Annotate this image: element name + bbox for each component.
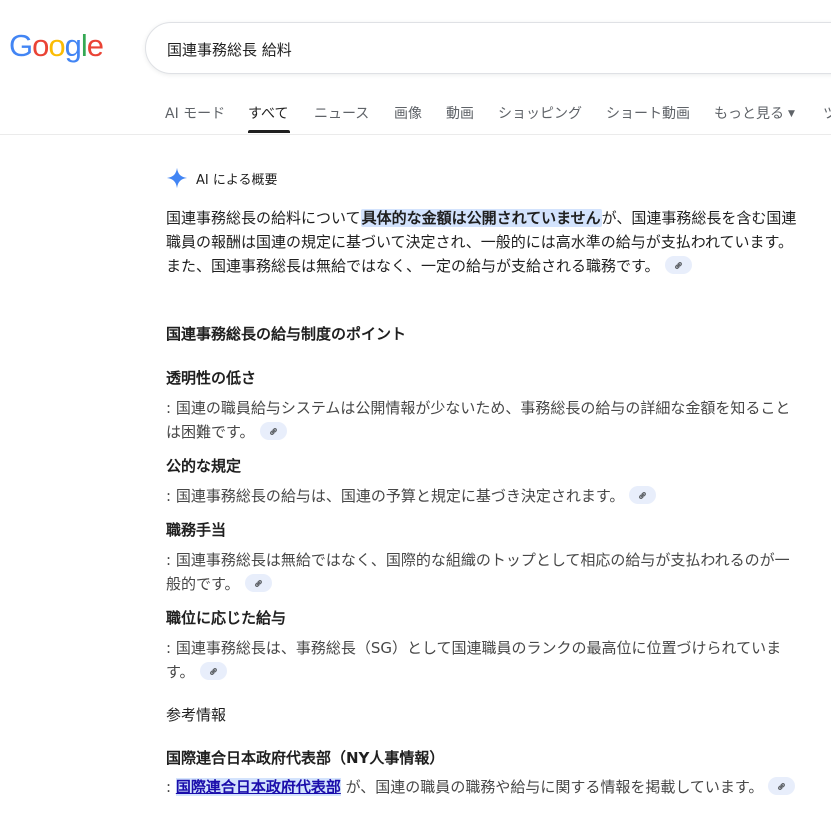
link-icon (269, 427, 277, 436)
search-box[interactable] (145, 22, 831, 74)
chevron-down-icon: ▼ (788, 109, 795, 119)
reference-label: 参考情報 (166, 706, 227, 724)
link-icon (254, 579, 262, 588)
logo-letter: g (64, 28, 82, 63)
point-description: : 国連事務総長は無給ではなく、国際的な組織のトップとして相応の給与が支払われる… (166, 548, 798, 596)
search-input[interactable] (167, 37, 767, 61)
source-link-button[interactable] (768, 777, 796, 795)
points-heading: 国連事務総長の給与制度のポイント (166, 325, 407, 343)
summary-text: 国連事務総長の給料について (166, 209, 361, 227)
source-link-button[interactable] (199, 662, 227, 680)
logo-letter: o (48, 28, 65, 63)
point-title: 職位に応じた給与 (166, 609, 287, 627)
reference-text: が、国連の職員の職務や給与に関する情報を掲載しています。 (340, 778, 764, 796)
active-tab-indicator (248, 130, 290, 133)
point-title: 職務手当 (166, 521, 227, 539)
tab-short-videos[interactable]: ショート動画 (606, 103, 690, 123)
tab-tools[interactable]: ツ (823, 103, 831, 123)
link-icon (778, 782, 786, 791)
point-text: : 国連事務総長の給与は、国連の予算と規定に基づき決定されます。 (166, 487, 625, 505)
reference-link[interactable]: 国際連合日本政府代表部 (175, 778, 341, 796)
tab-more-label: もっと見る (714, 106, 784, 122)
link-icon (209, 667, 217, 676)
link-icon (639, 491, 647, 500)
sparkle-icon (166, 167, 188, 189)
point-text: : 国連の職員給与システムは公開情報が少ないため、事務総長の給与の詳細な金額を知… (166, 399, 791, 441)
tab-images[interactable]: 画像 (394, 103, 422, 123)
link-icon (674, 261, 682, 270)
search-tabs: AI モード すべて ニュース 画像 動画 ショッピング ショート動画 もっと見… (0, 93, 831, 135)
reference-prefix: : (166, 778, 176, 796)
tab-shopping[interactable]: ショッピング (498, 103, 582, 123)
source-link-button[interactable] (664, 256, 692, 274)
tab-news[interactable]: ニュース (314, 103, 369, 123)
reference-title: 国際連合日本政府代表部（NY人事情報） (166, 749, 445, 767)
source-link-button[interactable] (629, 486, 657, 504)
summary-highlight: 具体的な金額は公開されていません (360, 209, 602, 227)
point-description: : 国連事務総長は、事務総長（SG）として国連職員のランクの最高位に位置づけられ… (166, 636, 798, 684)
point-title: 公的な規定 (166, 457, 242, 475)
tab-ai-mode[interactable]: AI モード (165, 103, 225, 123)
logo-letter: G (9, 28, 33, 63)
tab-all[interactable]: すべて (248, 103, 288, 123)
ai-overview-header: AI による概要 (166, 166, 277, 190)
point-text: : 国連事務総長は、事務総長（SG）として国連職員のランクの最高位に位置づけられ… (166, 639, 782, 681)
point-description: : 国連の職員給与システムは公開情報が少ないため、事務総長の給与の詳細な金額を知… (166, 396, 798, 444)
point-title: 透明性の低さ (166, 369, 257, 387)
source-link-button[interactable] (259, 422, 287, 440)
ai-overview-label: AI による概要 (196, 172, 278, 188)
source-link-button[interactable] (244, 574, 272, 592)
reference-description: : 国際連合日本政府代表部 が、国連の職員の職務や給与に関する情報を掲載していま… (166, 775, 798, 799)
tab-more[interactable]: もっと見る ▼ (714, 103, 795, 123)
logo-letter: o (32, 28, 49, 63)
tab-videos[interactable]: 動画 (446, 103, 474, 123)
ai-overview-summary: 国連事務総長の給料について具体的な金額は公開されていませんが、国連事務総長を含む… (166, 206, 798, 278)
logo-letter: e (86, 28, 104, 63)
point-description: : 国連事務総長の給与は、国連の予算と規定に基づき決定されます。 (166, 484, 798, 508)
google-logo[interactable]: Google (9, 28, 104, 63)
